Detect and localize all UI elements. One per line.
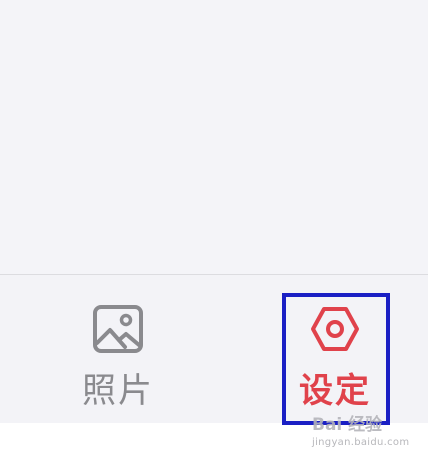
bottom-tab-bar: 照片 设定 (0, 275, 428, 423)
watermark: Bai 经验 jingyan.baidu.com (312, 415, 410, 450)
screen: 照片 设定 Bai 经验 jingyan.baidu.com (0, 0, 428, 460)
tab-settings-label: 设定 (299, 371, 371, 411)
photo-icon (91, 303, 145, 357)
tab-photos-label: 照片 (82, 371, 154, 411)
tab-photos[interactable]: 照片 (63, 275, 173, 423)
content-area (0, 0, 428, 274)
watermark-brand: Bai 经验 (312, 415, 383, 435)
tab-settings[interactable]: 设定 (282, 275, 388, 423)
watermark-url: jingyan.baidu.com (312, 437, 410, 448)
settings-hexagon-icon (308, 303, 362, 357)
